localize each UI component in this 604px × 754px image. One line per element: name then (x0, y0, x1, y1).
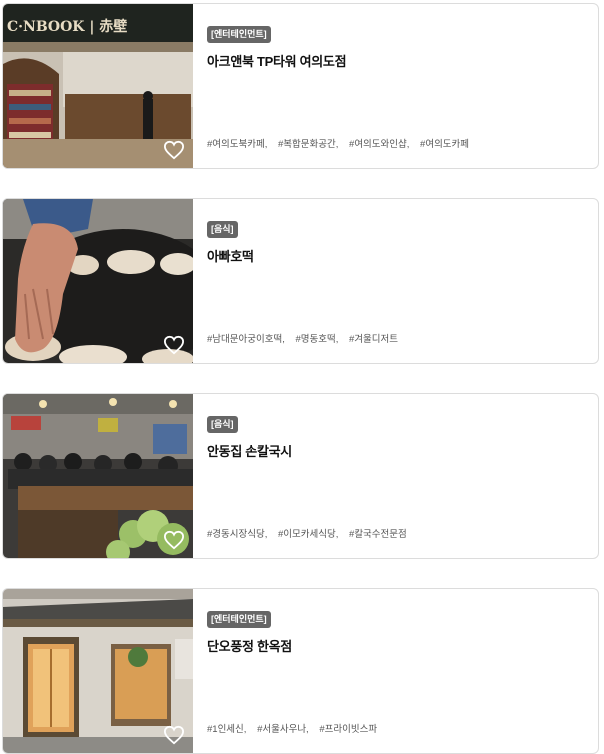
hashtag[interactable]: #서울사우나, (257, 724, 309, 735)
favorite-heart-icon[interactable] (163, 725, 185, 745)
category-badge: [음식] (207, 221, 238, 238)
place-card[interactable]: [음식] 아빠호떡 #남대문아궁이호떡, #명동호떡, #겨울디저트 (2, 198, 599, 364)
hashtag[interactable]: #경동시장식당, (207, 529, 267, 540)
place-title[interactable]: 아빠호떡 (207, 246, 254, 265)
tag-list: #경동시장식당, #이모카세식당, #칼국수전문점 (207, 526, 415, 540)
tag-list: #1인세신, #서울사우나, #프라이빗스파 (207, 721, 385, 735)
hashtag[interactable]: #프라이빗스파 (319, 724, 377, 735)
place-title[interactable]: 단오풍정 한옥점 (207, 636, 292, 655)
favorite-heart-icon[interactable] (163, 335, 185, 355)
place-title[interactable]: 안동집 손칼국시 (207, 441, 292, 460)
hashtag[interactable]: #명동호떡, (295, 334, 338, 345)
place-photo[interactable] (3, 199, 193, 363)
place-card[interactable]: [엔터테인먼트] 단오풍정 한옥점 #1인세신, #서울사우나, #프라이빗스파 (2, 588, 599, 754)
place-card[interactable]: [음식] 안동집 손칼국시 #경동시장식당, #이모카세식당, #칼국수전문점 (2, 393, 599, 559)
card-info: [음식] 안동집 손칼국시 #경동시장식당, #이모카세식당, #칼국수전문점 (207, 394, 588, 558)
hashtag[interactable]: #겨울디저트 (349, 334, 398, 345)
card-info: [음식] 아빠호떡 #남대문아궁이호떡, #명동호떡, #겨울디저트 (207, 199, 588, 363)
store-sign-text: C·NBOOK | 赤壁 (7, 18, 127, 35)
category-badge: [음식] (207, 416, 238, 433)
hashtag[interactable]: #1인세신, (207, 724, 246, 735)
hashtag[interactable]: #이모카세식당, (278, 529, 338, 540)
favorite-heart-icon[interactable] (163, 140, 185, 160)
category-badge: [엔터테인먼트] (207, 26, 271, 43)
hashtag[interactable]: #칼국수전문점 (349, 529, 407, 540)
place-photo[interactable]: C·NBOOK | 赤壁 (3, 4, 193, 168)
card-info: [엔터테인먼트] 단오풍정 한옥점 #1인세신, #서울사우나, #프라이빗스파 (207, 589, 588, 753)
hashtag[interactable]: #여의도카페 (420, 139, 469, 150)
hashtag[interactable]: #여의도와인샵, (349, 139, 409, 150)
place-photo[interactable] (3, 394, 193, 558)
tag-list: #남대문아궁이호떡, #명동호떡, #겨울디저트 (207, 331, 406, 345)
place-title[interactable]: 아크앤북 TP타워 여의도점 (207, 51, 347, 70)
favorite-heart-icon[interactable] (163, 530, 185, 550)
tag-list: #여의도북카페, #복합문화공간, #여의도와인샵, #여의도카페 (207, 136, 477, 150)
category-badge: [엔터테인먼트] (207, 611, 271, 628)
hashtag[interactable]: #여의도북카페, (207, 139, 267, 150)
hashtag[interactable]: #복합문화공간, (278, 139, 338, 150)
place-photo[interactable] (3, 589, 193, 753)
place-card[interactable]: C·NBOOK | 赤壁 [엔터테인먼트] 아크앤북 TP타워 여의도점 #여의… (2, 3, 599, 169)
hashtag[interactable]: #남대문아궁이호떡, (207, 334, 285, 345)
card-info: [엔터테인먼트] 아크앤북 TP타워 여의도점 #여의도북카페, #복합문화공간… (207, 4, 588, 168)
